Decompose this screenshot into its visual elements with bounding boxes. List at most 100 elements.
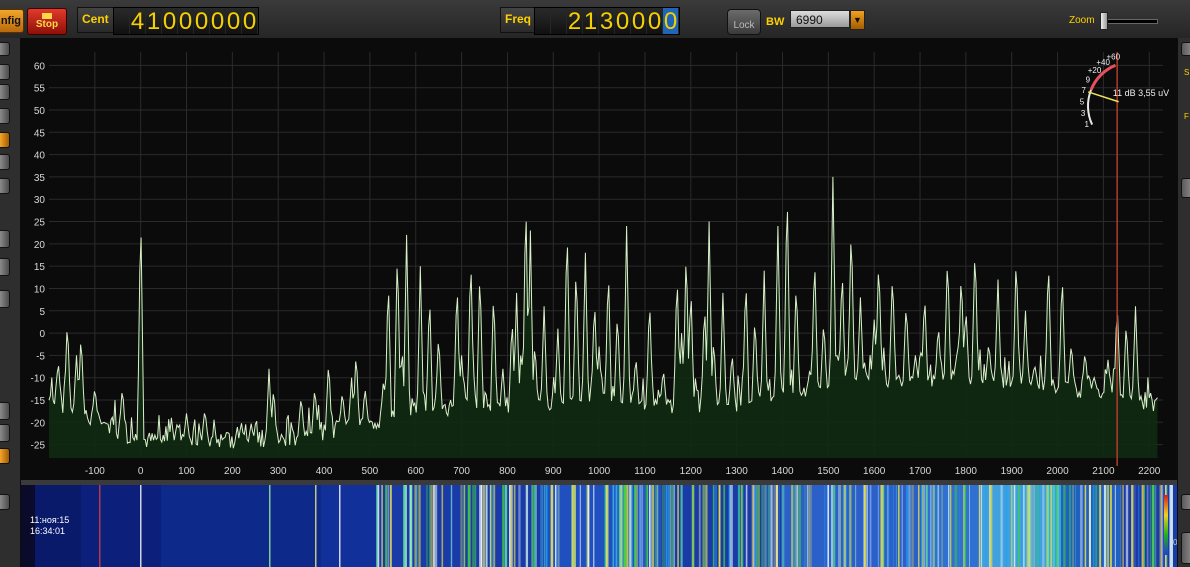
x-tick-label: 2000: [1046, 466, 1069, 477]
zoom-slider[interactable]: [1100, 12, 1158, 30]
waterfall-signal-trace: [877, 485, 880, 567]
side-button[interactable]: [1181, 494, 1190, 510]
s-meter-scale-label: 1: [1084, 120, 1089, 129]
waterfall-signal-trace: [385, 485, 387, 567]
waterfall-signal-trace: [503, 485, 507, 567]
waterfall-signal-trace: [339, 485, 341, 567]
waterfall-signal-trace: [741, 485, 743, 567]
tuned-frequency-digit[interactable]: 1: [583, 8, 599, 35]
waterfall-signal-trace: [1038, 485, 1040, 567]
center-frequency-digit[interactable]: 0: [178, 8, 194, 35]
side-button[interactable]: [0, 178, 10, 194]
waterfall-signal-trace: [804, 485, 806, 567]
tuned-frequency-digit[interactable]: 0: [647, 8, 663, 35]
waterfall-signal-trace: [926, 485, 928, 567]
center-frequency-digit[interactable]: 0: [210, 8, 226, 35]
x-tick-label: 700: [453, 466, 470, 477]
waterfall-signal-trace: [1143, 485, 1145, 567]
waterfall-signal-trace: [731, 485, 733, 567]
center-frequency-digit[interactable]: 0: [162, 8, 178, 35]
y-tick-label: 0: [39, 329, 45, 340]
x-tick-label: 1900: [1001, 466, 1024, 477]
waterfall-signal-trace: [485, 485, 488, 567]
waterfall-signal-trace: [1051, 485, 1052, 567]
y-tick-label: 15: [34, 262, 46, 273]
tuned-frequency-digit[interactable]: 0: [663, 8, 679, 35]
spectrum-chart[interactable]: 605550454035302520151050-5-10-15-20-25-1…: [21, 38, 1177, 480]
stop-button[interactable]: Stop: [27, 8, 67, 35]
side-button[interactable]: [0, 402, 10, 420]
y-tick-label: -25: [31, 441, 46, 452]
zoom-label: Zoom: [1069, 15, 1095, 26]
waterfall-signal-trace: [773, 485, 775, 567]
center-frequency-digit[interactable]: 0: [114, 8, 130, 34]
y-tick-label: 60: [34, 61, 46, 72]
side-button[interactable]: [0, 424, 10, 442]
side-button[interactable]: [0, 64, 10, 80]
x-tick-label: 900: [545, 466, 562, 477]
tuned-frequency-digit[interactable]: 0: [535, 8, 551, 34]
side-button[interactable]: [1181, 178, 1190, 198]
side-button[interactable]: [0, 230, 10, 248]
center-frequency-digit[interactable]: 0: [226, 8, 242, 35]
waterfall-canvas: [21, 485, 1177, 567]
tuned-frequency-digit[interactable]: 2: [567, 8, 583, 35]
side-button[interactable]: [0, 290, 10, 308]
tuned-frequency-digit[interactable]: 0: [615, 8, 631, 35]
side-button[interactable]: [0, 494, 10, 510]
side-button[interactable]: [0, 84, 10, 100]
side-button[interactable]: [1181, 42, 1190, 56]
waterfall-signal-trace: [806, 485, 809, 567]
center-frequency-display[interactable]: 041000000: [113, 7, 259, 35]
waterfall-display[interactable]: 11:ноя:15 16:34:01 0: [21, 485, 1177, 567]
waterfall-signal-trace: [1131, 485, 1134, 567]
side-button[interactable]: [0, 154, 10, 170]
side-button[interactable]: [0, 258, 10, 276]
waterfall-signal-trace: [467, 485, 471, 567]
waterfall-signal-trace: [621, 485, 624, 567]
center-frequency-digit[interactable]: 4: [130, 8, 146, 35]
waterfall-signal-trace: [1149, 485, 1152, 567]
bandwidth-select[interactable]: 6990: [790, 10, 850, 28]
waterfall-signal-trace: [1005, 485, 1008, 567]
waterfall-signal-trace: [1159, 485, 1162, 567]
zoom-slider-thumb[interactable]: [1100, 12, 1108, 30]
waterfall-signal-trace: [540, 485, 541, 567]
s-meter-scale-label: 5: [1080, 98, 1085, 107]
tuned-frequency-digit[interactable]: 0: [631, 8, 647, 35]
tuned-frequency-digit[interactable]: 3: [599, 8, 615, 35]
tuned-frequency-display[interactable]: 002130000: [534, 7, 680, 35]
waterfall-signal-trace: [796, 485, 798, 567]
waterfall-band: [81, 485, 161, 567]
side-button[interactable]: [0, 448, 10, 464]
x-tick-label: -100: [85, 466, 105, 477]
waterfall-signal-trace: [677, 485, 679, 567]
side-button[interactable]: [0, 42, 10, 56]
tuned-frequency-digit[interactable]: 0: [551, 8, 567, 34]
waterfall-signal-trace: [519, 485, 521, 567]
waterfall-signal-trace: [754, 485, 757, 567]
waterfall-signal-trace: [416, 485, 418, 567]
x-tick-label: 1500: [817, 466, 840, 477]
waterfall-signal-trace: [843, 485, 846, 567]
waterfall-signal-trace: [1075, 485, 1076, 567]
spectrum-plot[interactable]: 60 55 50 45 40 35 30 25 20 15 10 5 0 -5 -10 -15 -20 -25 -1…: [21, 38, 1177, 480]
chevron-down-icon[interactable]: ▼: [850, 10, 865, 30]
side-button[interactable]: [0, 132, 10, 148]
waterfall-signal-trace: [1043, 485, 1045, 567]
waterfall-signal-trace: [510, 485, 513, 567]
config-button[interactable]: nfig: [0, 9, 24, 33]
lock-button[interactable]: Lock: [727, 9, 761, 35]
center-frequency-digit[interactable]: 0: [242, 8, 258, 35]
waterfall-signal-trace: [463, 485, 465, 567]
waterfall-signal-trace: [1055, 485, 1058, 567]
center-frequency-digit[interactable]: 1: [146, 8, 162, 35]
waterfall-signal-trace: [482, 485, 485, 567]
waterfall-signal-trace: [838, 485, 840, 567]
waterfall-signal-trace: [691, 485, 695, 567]
center-frequency-digit[interactable]: 0: [194, 8, 210, 35]
side-button[interactable]: [1181, 532, 1190, 564]
waterfall-band: [161, 485, 321, 567]
side-button[interactable]: [0, 108, 10, 124]
waterfall-signal-trace: [541, 485, 543, 567]
